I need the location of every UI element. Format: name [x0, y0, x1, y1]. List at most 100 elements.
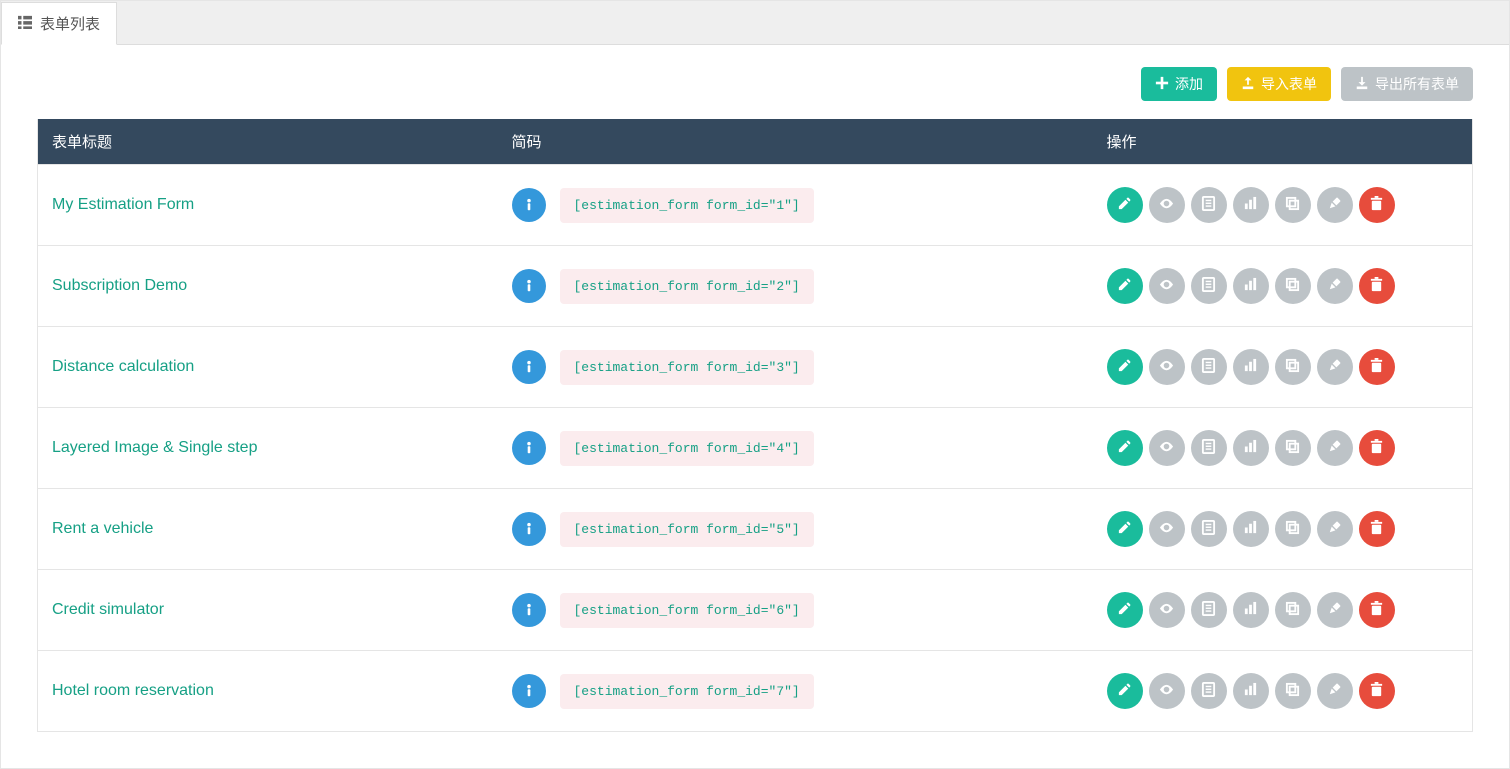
info-icon[interactable] [512, 674, 546, 708]
delete-icon [1369, 196, 1384, 214]
form-title-link[interactable]: Subscription Demo [52, 277, 187, 294]
edit-button[interactable] [1107, 268, 1143, 304]
preview-icon [1159, 520, 1174, 538]
shortcode-text[interactable]: [estimation_form form_id="7"] [560, 674, 814, 709]
table-row: Subscription Demo [estimation_form form_i… [38, 246, 1473, 327]
info-icon[interactable] [512, 512, 546, 546]
preview-button[interactable] [1149, 430, 1185, 466]
info-icon[interactable] [512, 431, 546, 465]
edit-button[interactable] [1107, 430, 1143, 466]
shortcode-text[interactable]: [estimation_form form_id="4"] [560, 431, 814, 466]
info-icon[interactable] [512, 593, 546, 627]
delete-button[interactable] [1359, 430, 1395, 466]
tab-label: 表单列表 [40, 13, 100, 34]
delete-button[interactable] [1359, 349, 1395, 385]
entries-button[interactable] [1191, 511, 1227, 547]
edit-icon [1117, 196, 1132, 214]
entries-button[interactable] [1191, 187, 1227, 223]
design-button[interactable] [1317, 430, 1353, 466]
duplicate-icon [1285, 520, 1300, 538]
shortcode-text[interactable]: [estimation_form form_id="6"] [560, 593, 814, 628]
delete-button[interactable] [1359, 187, 1395, 223]
duplicate-button[interactable] [1275, 268, 1311, 304]
stats-button[interactable] [1233, 268, 1269, 304]
edit-icon [1117, 601, 1132, 619]
entries-button[interactable] [1191, 268, 1227, 304]
entries-button[interactable] [1191, 592, 1227, 628]
entries-button[interactable] [1191, 673, 1227, 709]
delete-button[interactable] [1359, 511, 1395, 547]
preview-button[interactable] [1149, 268, 1185, 304]
edit-button[interactable] [1107, 592, 1143, 628]
form-title-link[interactable]: My Estimation Form [52, 196, 194, 213]
table-row: My Estimation Form [estimation_form form_… [38, 165, 1473, 246]
stats-icon [1243, 682, 1258, 700]
entries-icon [1201, 601, 1216, 619]
stats-button[interactable] [1233, 349, 1269, 385]
entries-icon [1201, 439, 1216, 457]
info-icon[interactable] [512, 269, 546, 303]
shortcode-text[interactable]: [estimation_form form_id="3"] [560, 350, 814, 385]
delete-icon [1369, 358, 1384, 376]
preview-button[interactable] [1149, 592, 1185, 628]
duplicate-button[interactable] [1275, 511, 1311, 547]
design-button[interactable] [1317, 349, 1353, 385]
delete-button[interactable] [1359, 592, 1395, 628]
add-button-label: 添加 [1175, 77, 1203, 91]
edit-button[interactable] [1107, 673, 1143, 709]
delete-button[interactable] [1359, 268, 1395, 304]
form-title-link[interactable]: Distance calculation [52, 358, 194, 375]
stats-button[interactable] [1233, 592, 1269, 628]
duplicate-icon [1285, 358, 1300, 376]
stats-button[interactable] [1233, 511, 1269, 547]
entries-button[interactable] [1191, 430, 1227, 466]
design-button[interactable] [1317, 673, 1353, 709]
preview-button[interactable] [1149, 673, 1185, 709]
import-button[interactable]: 导入表单 [1227, 67, 1331, 101]
table-area: 表单标题 简码 操作 My Estimation Form[estimation… [1, 101, 1509, 768]
duplicate-button[interactable] [1275, 673, 1311, 709]
shortcode-text[interactable]: [estimation_form form_id="2"] [560, 269, 814, 304]
edit-button[interactable] [1107, 511, 1143, 547]
form-title-link[interactable]: Credit simulator [52, 601, 164, 618]
preview-button[interactable] [1149, 349, 1185, 385]
form-title-link[interactable]: Layered Image & Single step [52, 439, 257, 456]
delete-button[interactable] [1359, 673, 1395, 709]
design-button[interactable] [1317, 592, 1353, 628]
stats-icon [1243, 358, 1258, 376]
th-actions: 操作 [1093, 119, 1473, 165]
preview-button[interactable] [1149, 511, 1185, 547]
stats-button[interactable] [1233, 430, 1269, 466]
shortcode-text[interactable]: [estimation_form form_id="1"] [560, 188, 814, 223]
edit-button[interactable] [1107, 187, 1143, 223]
preview-icon [1159, 196, 1174, 214]
duplicate-button[interactable] [1275, 430, 1311, 466]
add-button[interactable]: 添加 [1141, 67, 1217, 101]
import-button-label: 导入表单 [1261, 77, 1317, 91]
info-icon[interactable] [512, 350, 546, 384]
edit-button[interactable] [1107, 349, 1143, 385]
tab-form-list[interactable]: 表单列表 [1, 2, 117, 45]
duplicate-icon [1285, 601, 1300, 619]
stats-button[interactable] [1233, 187, 1269, 223]
design-icon [1327, 520, 1342, 538]
info-icon[interactable] [512, 188, 546, 222]
form-title-link[interactable]: Rent a vehicle [52, 520, 153, 537]
duplicate-button[interactable] [1275, 592, 1311, 628]
design-button[interactable] [1317, 187, 1353, 223]
duplicate-button[interactable] [1275, 349, 1311, 385]
delete-icon [1369, 277, 1384, 295]
entries-button[interactable] [1191, 349, 1227, 385]
design-button[interactable] [1317, 511, 1353, 547]
preview-icon [1159, 277, 1174, 295]
stats-button[interactable] [1233, 673, 1269, 709]
duplicate-button[interactable] [1275, 187, 1311, 223]
page-container: 表单列表 添加 导入表单 导出所有表单 表单标题 简码 操作 My Estim [0, 0, 1510, 769]
export-all-button[interactable]: 导出所有表单 [1341, 67, 1473, 101]
form-title-link[interactable]: Hotel room reservation [52, 682, 214, 699]
shortcode-text[interactable]: [estimation_form form_id="5"] [560, 512, 814, 547]
export-button-label: 导出所有表单 [1375, 77, 1459, 91]
design-button[interactable] [1317, 268, 1353, 304]
tab-bar: 表单列表 [1, 1, 1509, 45]
preview-button[interactable] [1149, 187, 1185, 223]
